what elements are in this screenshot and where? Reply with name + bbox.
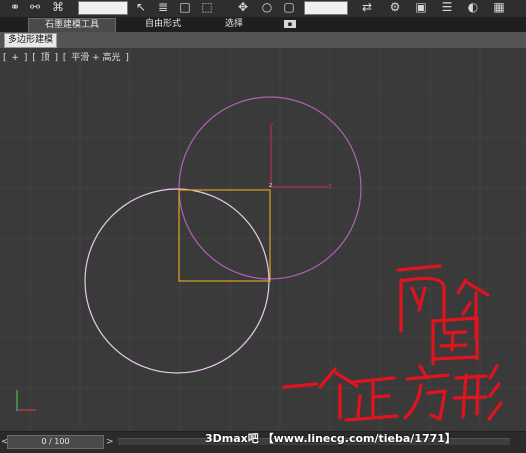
viewport-general-menu[interactable]: + (11, 53, 19, 63)
viewport-point-of-view-menu[interactable]: 顶 (41, 53, 50, 63)
viewport-shading-menu[interactable]: 平滑 + 高光 (71, 53, 120, 63)
viewport-label-bracket: ] (125, 53, 129, 63)
bind-icon[interactable]: ⌘ (50, 0, 66, 15)
viewport-canvas[interactable]: y x z (0, 48, 526, 431)
align-icon[interactable]: ▣ (414, 0, 428, 15)
viewport-label-bracket: [ (32, 53, 36, 63)
viewport-label-bracket: ] (23, 53, 28, 63)
time-slider-bar: < 0 / 100 > 3Dmax吧 【www.linecg.com/tieba… (0, 431, 526, 453)
material-editor-icon[interactable]: ◐ (466, 0, 480, 15)
select-icon[interactable]: ↖ (134, 0, 148, 15)
transform-gizmo[interactable]: y x z (269, 121, 332, 190)
viewport-label-menu[interactable]: [ + ] [ 顶 ] [ 平滑 + 高光 ] (3, 50, 131, 63)
ribbon-panel: 多边形建模 (0, 32, 526, 48)
watermark-text: 3Dmax吧 【www.linecg.com/tieba/1771】 (205, 432, 456, 445)
time-slider[interactable]: 0 / 100 (7, 435, 104, 449)
viewport-label-bracket: [ (62, 53, 67, 63)
reference-coordinate-dropdown[interactable] (304, 1, 348, 15)
top-viewport[interactable]: y x z [ + ] [顶] [平滑 + 高光] (0, 48, 526, 431)
selection-filter-dropdown[interactable] (78, 1, 128, 15)
rect-selection-icon[interactable]: □ (178, 0, 192, 15)
world-axis-icon (15, 390, 36, 412)
viewport-label-bracket: ] (54, 53, 58, 63)
scale-icon[interactable]: ▢ (282, 0, 296, 15)
schematic-icon[interactable]: ⚙ (388, 0, 402, 15)
render-setup-icon[interactable]: ☰ (440, 0, 454, 15)
viewport-label-bracket: [ (3, 53, 7, 63)
tab-graphite-modeling[interactable]: 石墨建模工具 (28, 18, 116, 32)
next-frame-icon[interactable]: > (106, 437, 114, 447)
ribbon-toggle-icon[interactable]: ▪ (284, 20, 296, 28)
link-icon[interactable]: ⚭ (8, 0, 22, 15)
rotate-icon[interactable]: ○ (260, 0, 274, 15)
tab-selection[interactable]: 选择 (216, 18, 252, 31)
unlink-icon[interactable]: ⚯ (28, 0, 42, 15)
gizmo-z-label: z (269, 182, 272, 189)
gizmo-y-label: y (269, 121, 273, 129)
handwritten-annotation (282, 264, 503, 422)
render-icon[interactable]: ▦ (492, 0, 506, 15)
tab-polygon-modeling[interactable]: 多边形建模 (4, 33, 58, 48)
gizmo-x-label: x (328, 182, 332, 190)
main-toolbar: ⚭ ⚯ ⌘ ↖ ≣ □ ⬚ ✥ ○ ▢ ⇄ ⚙ ▣ ☰ ◐ ▦ (0, 0, 526, 18)
window-crossing-icon[interactable]: ⬚ (200, 0, 214, 15)
tab-freeform[interactable]: 自由形式 (128, 18, 198, 31)
mirror-icon[interactable]: ⇄ (360, 0, 374, 15)
move-icon[interactable]: ✥ (236, 0, 250, 15)
select-by-name-icon[interactable]: ≣ (156, 0, 170, 15)
ribbon-tab-bar: 石墨建模工具 自由形式 选择 ▪ (0, 17, 526, 32)
app-window: { "toolbar": { "field1": "", "field2": "… (0, 0, 526, 453)
